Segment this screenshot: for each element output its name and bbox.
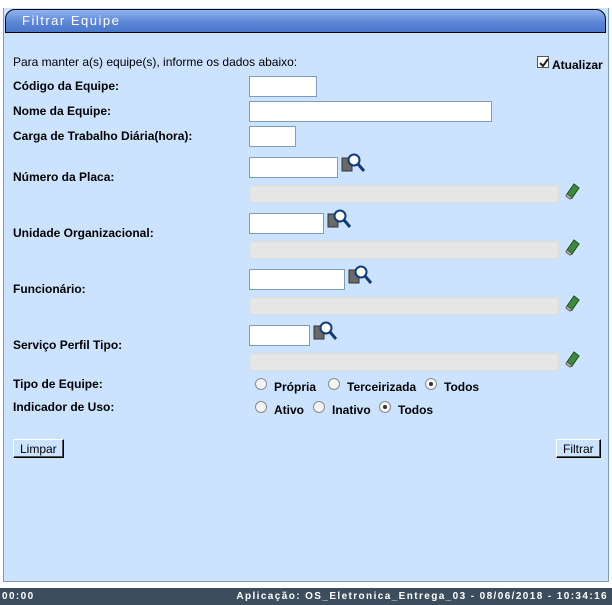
unidade-clear-icon[interactable] xyxy=(563,236,583,256)
status-bar: 00:00 Aplicação: OS_Eletronica_Entrega_0… xyxy=(0,588,612,605)
servico-description xyxy=(249,353,559,371)
unidade-description xyxy=(249,241,559,259)
atualizar-checkbox[interactable] xyxy=(537,56,549,68)
nome-input[interactable] xyxy=(249,101,492,122)
window-title: Filtrar Equipe xyxy=(5,9,606,33)
funcionario-clear-icon[interactable] xyxy=(563,292,583,312)
uso-ativo-radio[interactable] xyxy=(255,401,267,413)
unidade-input[interactable] xyxy=(249,213,324,234)
uso-todos-radio[interactable] xyxy=(379,401,391,413)
instructions-text: Para manter a(s) equipe(s), informe os d… xyxy=(13,55,298,69)
funcionario-description xyxy=(249,297,559,315)
carga-input[interactable] xyxy=(249,126,296,147)
uso-inativo-label: Inativo xyxy=(332,403,371,417)
tipo-equipe-label: Tipo de Equipe: xyxy=(13,377,103,391)
uso-todos-label: Todos xyxy=(398,403,434,417)
unidade-search-icon[interactable] xyxy=(327,208,353,230)
tipo-todos-label: Todos xyxy=(444,380,480,394)
placa-search-icon[interactable] xyxy=(341,152,367,174)
filtrar-button[interactable]: Filtrar xyxy=(556,439,601,458)
tipo-propria-label: Própria xyxy=(274,380,317,394)
placa-label: Número da Placa: xyxy=(13,170,115,184)
servico-clear-icon[interactable] xyxy=(563,348,583,368)
limpar-button[interactable]: Limpar xyxy=(13,439,64,458)
indicador-uso-label: Indicador de Uso: xyxy=(13,400,115,414)
status-left-text: 00:00 xyxy=(2,591,35,602)
tipo-terceirizada-label: Terceirizada xyxy=(347,380,417,394)
check-icon xyxy=(539,58,549,68)
carga-label: Carga de Trabalho Diária(hora): xyxy=(13,129,193,143)
tipo-terceirizada-radio[interactable] xyxy=(328,378,340,390)
unidade-label: Unidade Organizacional: xyxy=(13,226,154,240)
tipo-todos-radio[interactable] xyxy=(425,378,437,390)
status-app-info: Aplicação: OS_Eletronica_Entrega_03 - 08… xyxy=(236,591,608,602)
atualizar-label: Atualizar xyxy=(552,58,603,72)
codigo-input[interactable] xyxy=(249,76,317,97)
placa-description xyxy=(249,185,559,203)
placa-clear-icon[interactable] xyxy=(563,180,583,200)
funcionario-input[interactable] xyxy=(249,269,345,290)
tipo-propria-radio[interactable] xyxy=(255,378,267,390)
uso-ativo-label: Ativo xyxy=(274,403,304,417)
nome-label: Nome da Equipe: xyxy=(13,104,112,118)
funcionario-label: Funcionário: xyxy=(13,282,86,296)
servico-input[interactable] xyxy=(249,325,310,346)
uso-inativo-radio[interactable] xyxy=(313,401,325,413)
funcionario-search-icon[interactable] xyxy=(348,264,374,286)
servico-label: Serviço Perfil Tipo: xyxy=(13,338,123,352)
codigo-label: Código da Equipe: xyxy=(13,79,119,93)
servico-search-icon[interactable] xyxy=(313,320,339,342)
placa-input[interactable] xyxy=(249,157,338,178)
